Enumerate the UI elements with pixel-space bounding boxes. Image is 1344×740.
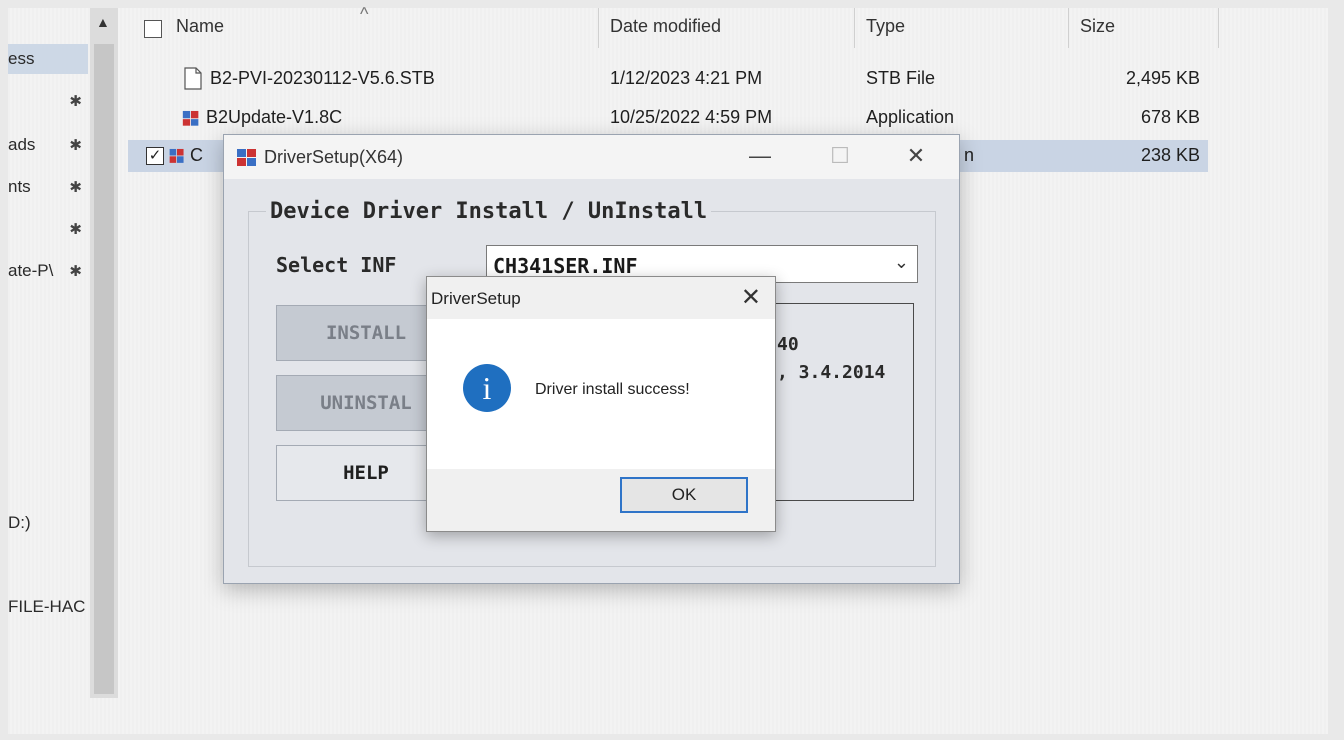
pin-icon: ✱ (69, 137, 82, 154)
nav-item-network-drive[interactable]: FILE-HAC (8, 592, 88, 622)
driver-info-line: 40 (777, 334, 799, 355)
nav-item-drive-d[interactable]: D:) (8, 508, 88, 538)
driver-info-line: , 3.4.2014 (777, 362, 886, 383)
pin-icon: ✱ (69, 179, 82, 196)
scrollbar-thumb[interactable] (94, 44, 114, 694)
setup-icon (169, 148, 184, 163)
nav-item-downloads[interactable]: ads ✱ (8, 130, 88, 160)
file-row[interactable]: B2-PVI-20230112-V5.6.STB 1/12/2023 4:21 … (128, 63, 1208, 95)
column-size[interactable]: Size (1080, 16, 1115, 37)
pin-icon: ✱ (69, 263, 82, 280)
column-name[interactable]: Name (176, 16, 224, 37)
inf-dropdown-value: CH341SER.INF (493, 254, 638, 278)
driver-setup-app-icon (237, 149, 256, 166)
window-title: DriverSetup(X64) (264, 147, 404, 167)
column-type[interactable]: Type (866, 16, 905, 37)
file-name: C (190, 145, 203, 165)
nav-item-label: ate-P\ (8, 261, 54, 280)
select-all-checkbox[interactable] (144, 20, 162, 38)
file-name: B2Update-V1.8C (206, 107, 343, 127)
nav-item-documents[interactable]: nts ✱ (8, 172, 88, 202)
nav-item-quick-access[interactable]: ess (8, 44, 88, 74)
column-divider[interactable] (1068, 8, 1069, 48)
nav-item-pictures[interactable]: ✱ (8, 214, 88, 244)
close-button[interactable]: ✕ (894, 141, 938, 171)
column-divider[interactable] (1218, 8, 1219, 48)
nav-item-label: nts (8, 177, 31, 196)
maximize-button[interactable]: ☐ (818, 141, 862, 171)
column-divider[interactable] (854, 8, 855, 48)
nav-item-label: FILE-HAC (8, 597, 86, 616)
file-type: Application (866, 107, 955, 127)
message-box-title: DriverSetup (431, 289, 521, 308)
chevron-down-icon[interactable]: ⌄ (894, 252, 909, 273)
file-type: STB File (866, 68, 936, 88)
ok-button[interactable]: OK (620, 477, 748, 513)
nav-item-label: ess (8, 49, 35, 68)
close-icon[interactable]: ✕ (741, 283, 761, 312)
file-date: 10/25/2022 4:59 PM (610, 107, 773, 127)
message-box-body: i Driver install success! (427, 319, 775, 469)
nav-item-label: ads (8, 135, 36, 154)
pin-icon: ✱ (69, 93, 82, 110)
row-checkbox[interactable]: ✓ (146, 147, 164, 165)
info-icon: i (463, 364, 511, 412)
file-type: n (964, 145, 975, 165)
column-divider[interactable] (598, 8, 599, 48)
pin-icon: ✱ (69, 221, 82, 238)
column-header: ^ Name Date modified Type Size (128, 4, 1228, 48)
file-size: 678 KB (1140, 107, 1200, 127)
file-name: B2-PVI-20230112-V5.6.STB (210, 68, 435, 88)
scroll-up-icon[interactable]: ▲ (96, 14, 110, 30)
application-icon (182, 110, 199, 126)
select-inf-label: Select INF (276, 253, 397, 277)
file-size: 2,495 KB (1125, 68, 1200, 88)
navigation-pane: ess ✱ ads ✱ nts ✱ ✱ ate-P\ ✱ D:) FILE-HA… (8, 8, 88, 708)
success-message-box: DriverSetup ✕ i Driver install success! … (426, 276, 776, 532)
file-date: 1/12/2023 4:21 PM (610, 68, 763, 88)
sort-ascending-icon: ^ (360, 4, 369, 24)
nav-scrollbar[interactable]: ▲ (90, 8, 118, 698)
driver-setup-titlebar[interactable]: DriverSetup(X64) — ☐ ✕ (224, 135, 959, 179)
message-text: Driver install success! (535, 381, 690, 398)
nav-item-desktop[interactable]: ✱ (8, 86, 88, 116)
nav-item-label: D:) (8, 513, 31, 532)
file-row[interactable]: B2Update-V1.8C 10/25/2022 4:59 PM Applic… (128, 102, 1208, 134)
file-size: 238 KB (1140, 145, 1200, 165)
group-title: Device Driver Install / UnInstall (266, 199, 712, 224)
document-icon (184, 67, 202, 90)
nav-item-update-folder[interactable]: ate-P\ ✱ (8, 256, 88, 286)
minimize-button[interactable]: — (738, 141, 782, 171)
column-date-modified[interactable]: Date modified (610, 16, 721, 37)
